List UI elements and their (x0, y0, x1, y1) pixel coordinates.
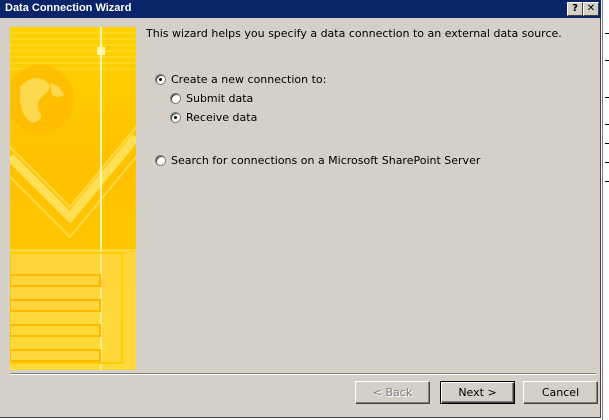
cancel-button[interactable]: Cancel (523, 381, 598, 404)
footer-separator-highlight (10, 374, 596, 375)
wizard-banner-image (10, 27, 136, 370)
next-button[interactable]: Next > (440, 381, 515, 404)
radio-button-checked[interactable] (155, 74, 166, 85)
back-button[interactable]: < Back (355, 381, 430, 404)
radio-search-sharepoint[interactable]: Search for connections on a Microsoft Sh… (155, 154, 480, 167)
window-title: Data Connection Wizard (5, 2, 132, 14)
radio-button[interactable] (170, 93, 181, 104)
intro-text: This wizard helps you specify a data con… (146, 27, 562, 40)
close-icon: ✕ (586, 3, 596, 14)
radio-button[interactable] (155, 155, 166, 166)
help-button[interactable]: ? (567, 2, 583, 16)
data-connection-wizard-dialog: Data Connection Wizard ? ✕ This wizard h… (0, 0, 601, 418)
submit-data-label: Submit data (186, 92, 254, 105)
search-sharepoint-label: Search for connections on a Microsoft Sh… (171, 154, 481, 167)
radio-receive-data[interactable]: Receive data (170, 111, 257, 124)
radio-submit-data[interactable]: Submit data (170, 92, 253, 105)
background-window-edge (602, 0, 609, 420)
title-bar[interactable]: Data Connection Wizard ? ✕ (0, 0, 601, 18)
question-icon: ? (572, 3, 578, 14)
wizard-banner-graphic (10, 27, 136, 370)
radio-create-new-connection[interactable]: Create a new connection to: (155, 73, 326, 86)
close-button[interactable]: ✕ (583, 2, 599, 16)
radio-button-checked[interactable] (170, 112, 181, 123)
receive-data-label: Receive data (186, 111, 258, 124)
create-new-connection-label: Create a new connection to: (171, 73, 327, 86)
